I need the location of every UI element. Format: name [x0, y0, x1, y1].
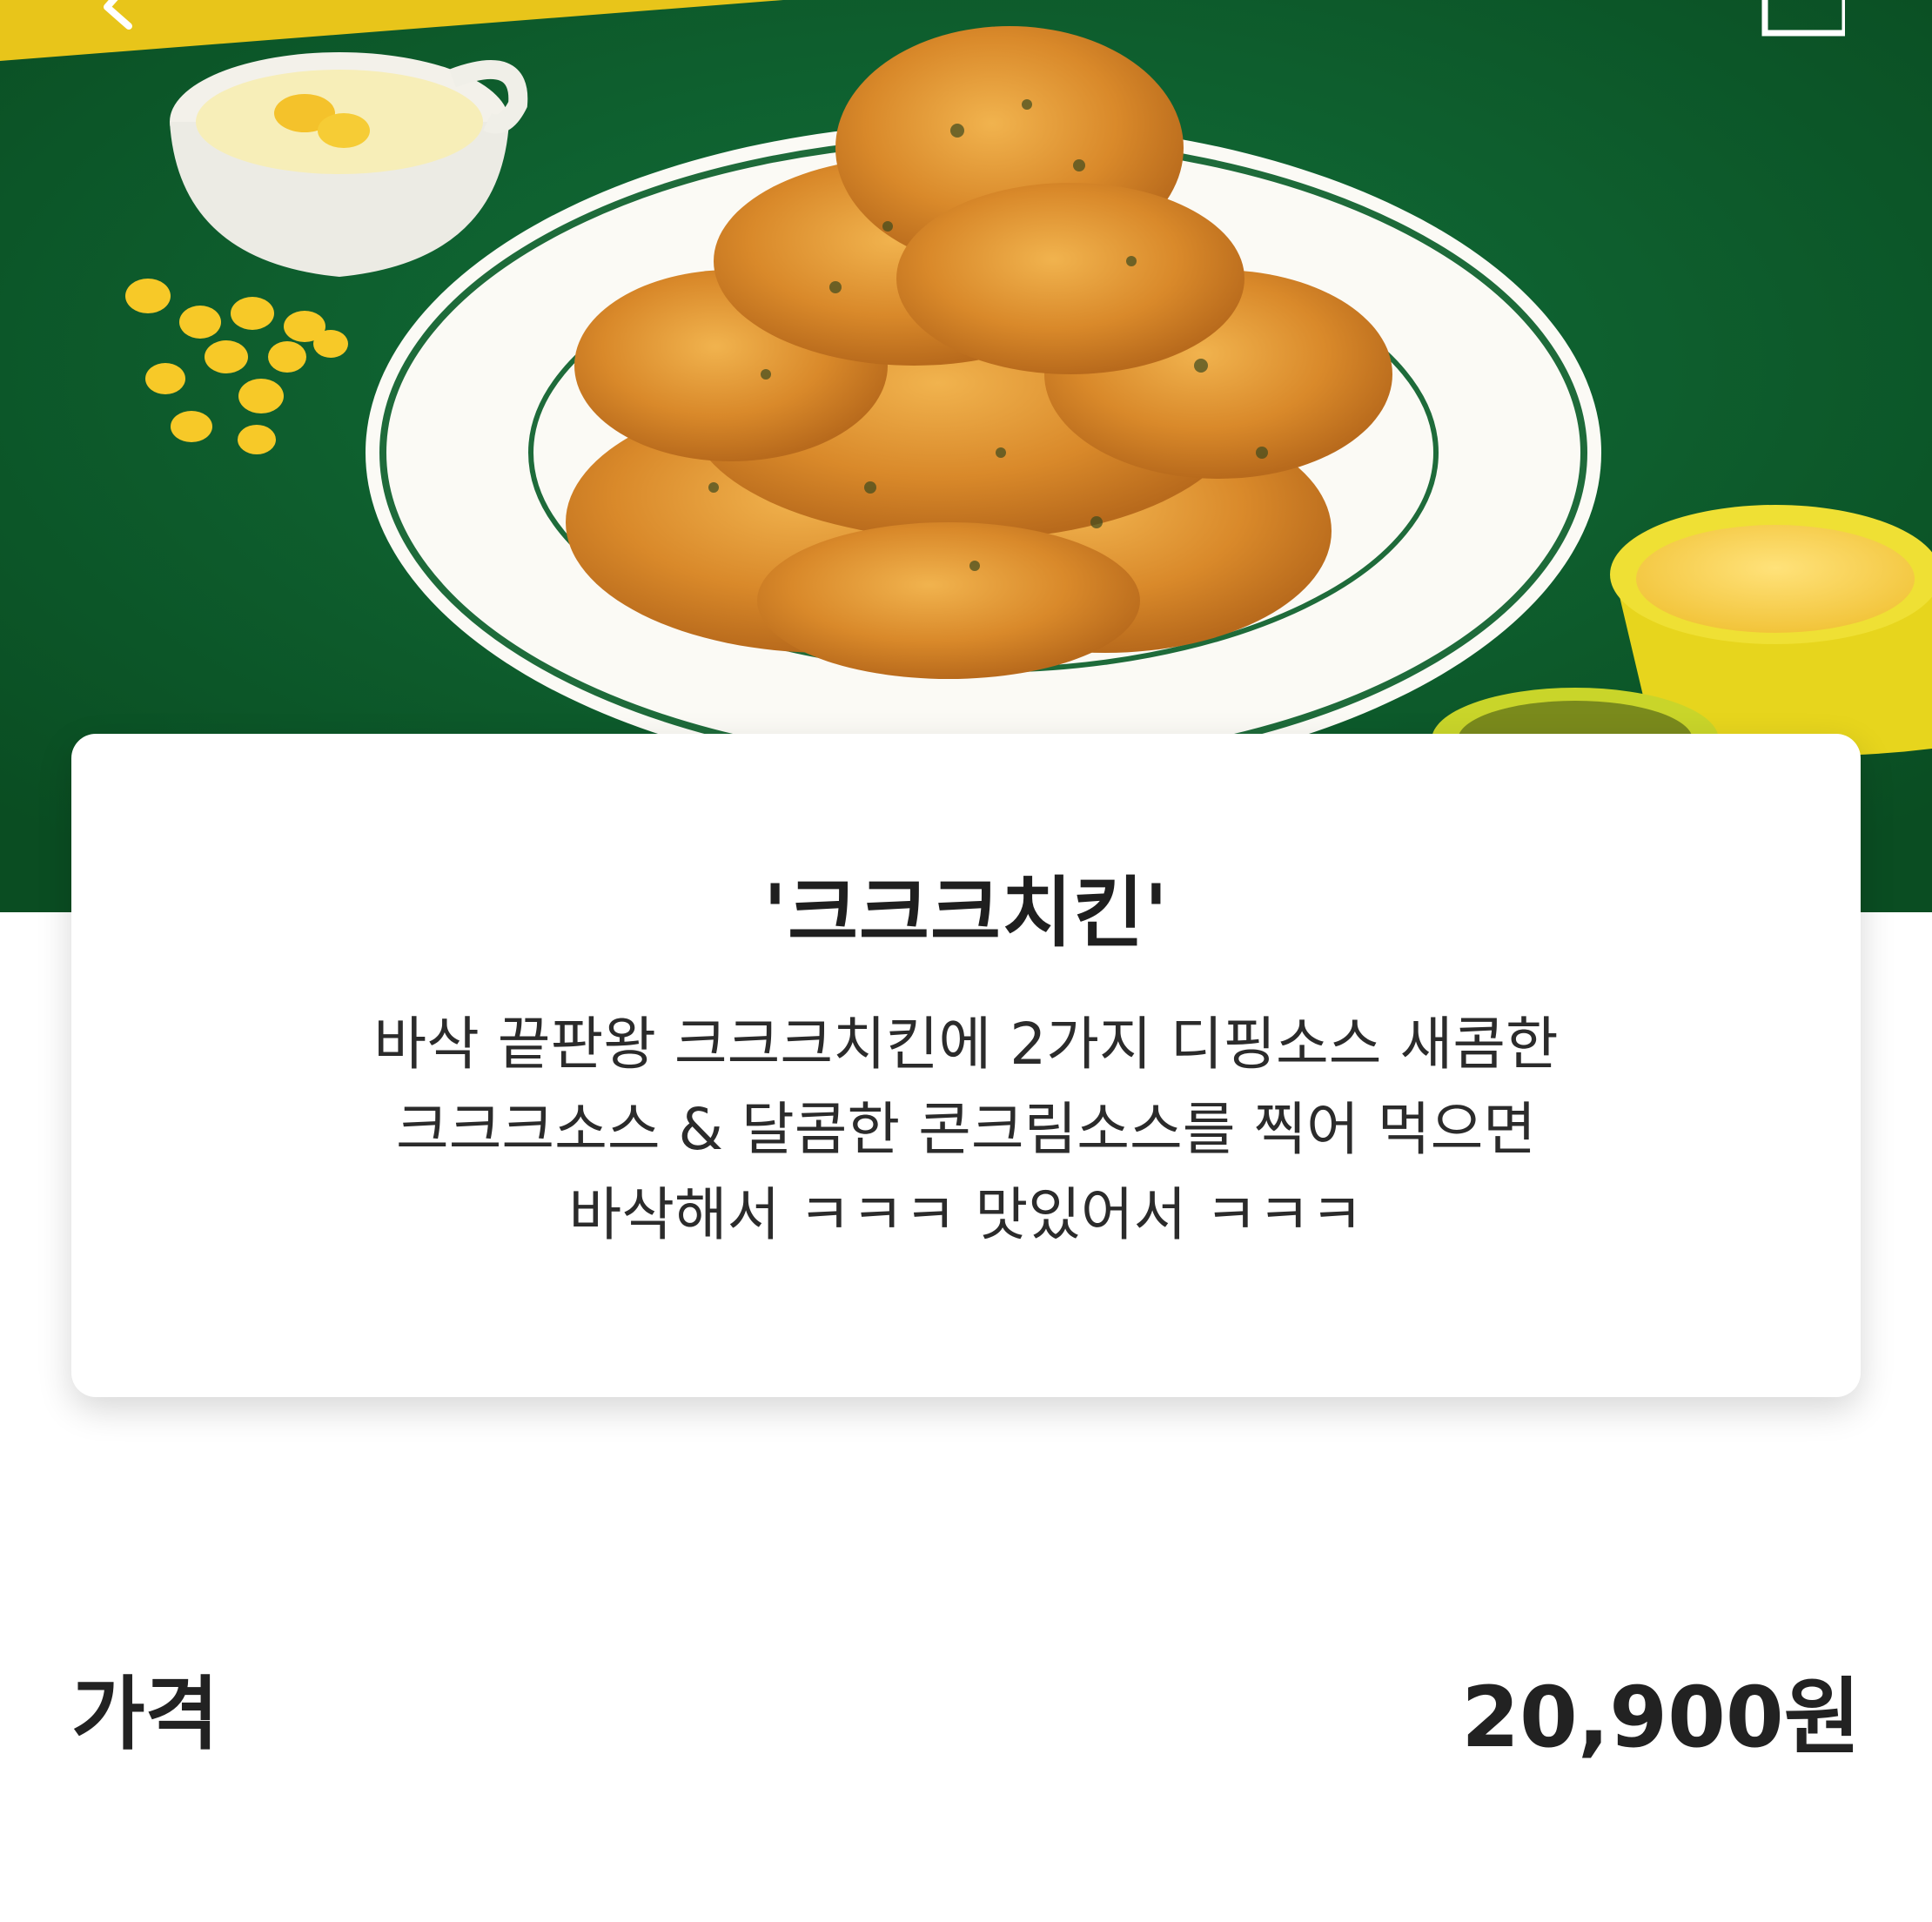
- price-row: 가격 20,900원: [71, 1650, 1861, 1766]
- menu-description-line: 바삭해서 ㅋㅋㅋ 맛있어서 ㅋㅋㅋ: [568, 1181, 1364, 1248]
- chevron-left-icon: [104, 0, 132, 30]
- menu-description-line: 크크크소스 & 달콤한 콘크림소스를 찍어 먹으면: [395, 1096, 1537, 1163]
- top-bar: [0, 0, 1932, 104]
- price-label: 가격: [71, 1668, 219, 1761]
- menu-info-card: '크크크치킨' 바삭 끝판왕 크크크치킨에 2가지 디핑소스 새콤한 크크크소스…: [71, 734, 1861, 1397]
- price-value: 20,900원: [1461, 1669, 1861, 1766]
- back-button[interactable]: [77, 0, 172, 44]
- menu-title: '크크크치킨': [763, 868, 1169, 958]
- menu-description: 바삭 끝판왕 크크크치킨에 2가지 디핑소스 새콤한 크크크소스 & 달콤한 콘…: [176, 1002, 1756, 1258]
- share-button[interactable]: [1749, 0, 1848, 44]
- share-box-icon: [1761, 0, 1848, 37]
- menu-description-line: 바삭 끝판왕 크크크치킨에 2가지 디핑소스 새콤한: [373, 1011, 1559, 1078]
